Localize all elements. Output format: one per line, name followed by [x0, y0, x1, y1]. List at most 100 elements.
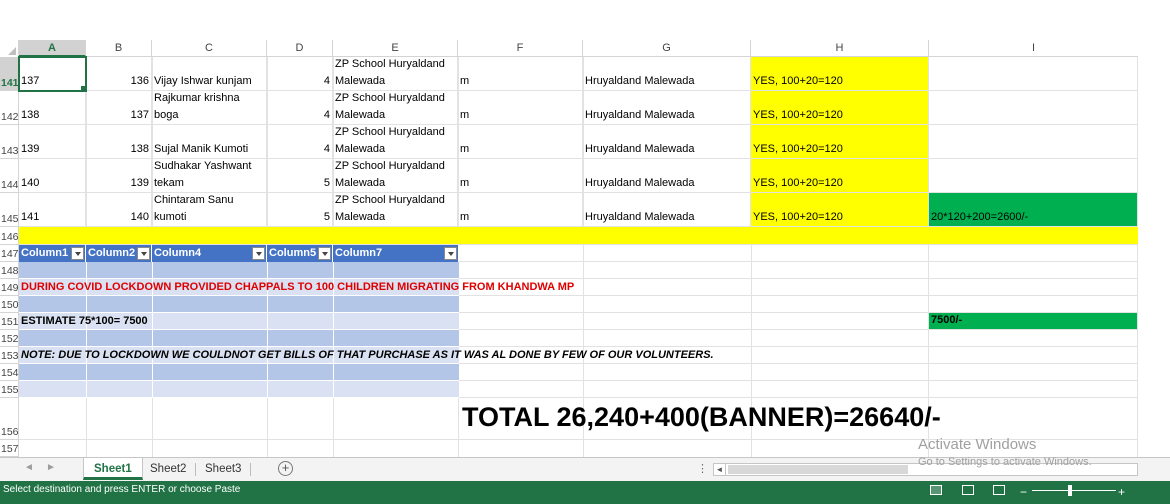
lockdown-note[interactable]: DURING COVID LOCKDOWN PROVIDED CHAPPALS …	[21, 279, 574, 296]
row-header[interactable]: 141	[0, 57, 19, 91]
table-cell[interactable]: 140	[19, 159, 86, 193]
spreadsheet[interactable]: A B C D E F G H I 141 137 136 Vijay Ishw…	[0, 0, 1170, 504]
row-header[interactable]: 155	[0, 381, 19, 398]
table-cell[interactable]: 4	[267, 125, 333, 159]
table-cell[interactable]: YES, 100+20=120	[751, 125, 929, 159]
table-cell[interactable]: 138	[86, 125, 152, 159]
column-header-b[interactable]: B	[86, 40, 152, 57]
table-cell[interactable]: m	[458, 193, 583, 227]
column-header-h[interactable]: H	[751, 40, 929, 57]
table-row[interactable]	[19, 364, 459, 381]
select-all-corner[interactable]	[0, 40, 19, 57]
table-cell[interactable]: 4	[267, 57, 333, 91]
table-cell[interactable]: Hruyaldand Malewada	[583, 91, 751, 125]
table-cell[interactable]: ZP School Huryaldand Malewada	[333, 159, 458, 193]
table-cell[interactable]: Hruyaldand Malewada	[583, 125, 751, 159]
row-header[interactable]: 154	[0, 364, 19, 381]
table-cell[interactable]: m	[458, 91, 583, 125]
table-cell[interactable]: 137	[86, 91, 152, 125]
table-cell[interactable]	[929, 125, 1138, 159]
filter-dropdown-icon[interactable]	[252, 247, 265, 260]
row-header[interactable]: 152	[0, 330, 19, 347]
table-cell[interactable]: Chintaram Sanu kumoti	[152, 193, 267, 227]
row-header[interactable]: 147	[0, 245, 19, 262]
normal-view-icon[interactable]	[930, 485, 942, 495]
zoom-slider[interactable]	[1032, 490, 1116, 491]
filter-dropdown-icon[interactable]	[71, 247, 84, 260]
grand-total[interactable]: TOTAL 26,240+400(BANNER)=26640/-	[462, 402, 941, 433]
table-cell[interactable]: 5	[267, 159, 333, 193]
table-header-column5[interactable]: Column5	[267, 245, 333, 262]
table-cell[interactable]: 138	[19, 91, 86, 125]
table-cell[interactable]: Sujal Manik Kumoti	[152, 125, 267, 159]
table-cell[interactable]: m	[458, 125, 583, 159]
table-cell[interactable]: Hruyaldand Malewada	[583, 193, 751, 227]
filter-dropdown-icon[interactable]	[137, 247, 150, 260]
row-header[interactable]: 150	[0, 296, 19, 313]
tab-prev-icon[interactable]: ◄	[24, 462, 34, 473]
table-cell[interactable]: 20*120+200=2600/-	[929, 193, 1138, 227]
tab-split-handle-icon[interactable]: ⋮	[697, 462, 708, 475]
table-cell[interactable]: Hruyaldand Malewada	[583, 57, 751, 91]
tab-sheet3[interactable]: Sheet3	[195, 458, 251, 480]
table-row[interactable]	[19, 296, 459, 313]
table-header-column2[interactable]: Column2	[86, 245, 152, 262]
zoom-in-icon[interactable]: +	[1118, 483, 1125, 501]
tab-next-icon[interactable]: ►	[46, 462, 56, 473]
column-header-a[interactable]: A	[19, 40, 86, 57]
table-cell[interactable]: 136	[86, 57, 152, 91]
table-cell[interactable]: m	[458, 159, 583, 193]
table-cell[interactable]	[929, 91, 1138, 125]
table-row[interactable]	[19, 262, 459, 279]
table-cell[interactable]: Sudhakar Yashwant tekam	[152, 159, 267, 193]
table-cell[interactable]: 140	[86, 193, 152, 227]
table-cell[interactable]: 5	[267, 193, 333, 227]
table-header-column1[interactable]: Column1	[19, 245, 86, 262]
table-cell[interactable]: ZP School Huryaldand Malewada	[333, 193, 458, 227]
row-header[interactable]: 142	[0, 91, 19, 125]
row-header[interactable]: 143	[0, 125, 19, 159]
table-cell[interactable]: Hruyaldand Malewada	[583, 159, 751, 193]
tab-sheet2[interactable]: Sheet2	[140, 458, 196, 480]
highlight-row[interactable]	[19, 227, 1138, 245]
row-header[interactable]: 148	[0, 262, 19, 279]
table-cell[interactable]: ZP School Huryaldand Malewada	[333, 91, 458, 125]
row-header[interactable]: 153	[0, 347, 19, 364]
row-header[interactable]: 156	[0, 398, 19, 440]
zoom-out-icon[interactable]: −	[1020, 483, 1027, 501]
scrollbar-thumb[interactable]	[728, 465, 908, 474]
row-header[interactable]: 149	[0, 279, 19, 296]
table-cell[interactable]: 139	[19, 125, 86, 159]
filter-dropdown-icon[interactable]	[444, 247, 457, 260]
page-break-preview-icon[interactable]	[993, 485, 1005, 495]
table-cell[interactable]: 137	[18, 56, 87, 92]
column-header-d[interactable]: D	[267, 40, 333, 57]
page-layout-view-icon[interactable]	[962, 485, 974, 495]
table-cell[interactable]: YES, 100+20=120	[751, 159, 929, 193]
column-header-g[interactable]: G	[583, 40, 751, 57]
add-sheet-icon[interactable]: +	[278, 461, 293, 476]
estimate-total-cell[interactable]: 7500/-	[929, 313, 1138, 330]
row-header[interactable]: 157	[0, 440, 19, 457]
table-cell[interactable]: 139	[86, 159, 152, 193]
row-header[interactable]: 146	[0, 227, 19, 245]
table-cell[interactable]	[929, 57, 1138, 91]
column-header-f[interactable]: F	[458, 40, 583, 57]
table-header-column4[interactable]: Column4	[152, 245, 267, 262]
estimate-text[interactable]: ESTIMATE 75*100= 7500	[21, 313, 148, 330]
bills-note[interactable]: NOTE: DUE TO LOCKDOWN WE COULDNOT GET BI…	[21, 347, 714, 364]
filter-dropdown-icon[interactable]	[318, 247, 331, 260]
column-header-c[interactable]: C	[152, 40, 267, 57]
row-header[interactable]: 144	[0, 159, 19, 193]
table-cell[interactable]: ZP School Huryaldand Malewada	[333, 57, 458, 91]
table-cell[interactable]: 141	[19, 193, 86, 227]
table-cell[interactable]: 4	[267, 91, 333, 125]
table-cell[interactable]	[929, 159, 1138, 193]
table-cell[interactable]: ZP School Huryaldand Malewada	[333, 125, 458, 159]
table-header-column7[interactable]: Column7	[333, 245, 459, 262]
table-cell[interactable]: m	[458, 57, 583, 91]
tab-sheet1[interactable]: Sheet1	[83, 458, 143, 480]
table-cell[interactable]: YES, 100+20=120	[751, 57, 929, 91]
column-header-e[interactable]: E	[333, 40, 458, 57]
row-header[interactable]: 151	[0, 313, 19, 330]
